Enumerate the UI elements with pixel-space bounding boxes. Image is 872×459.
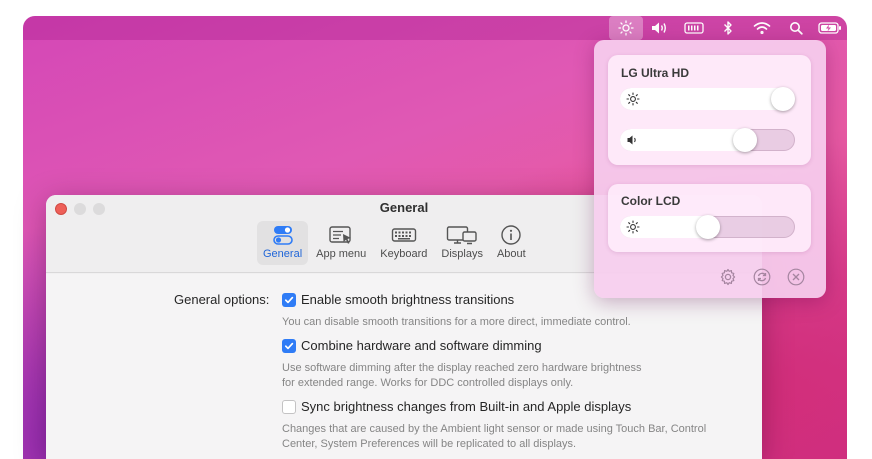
display-name: Color LCD (621, 194, 681, 208)
speaker-icon (627, 135, 636, 145)
tab-keyboard[interactable]: Keyboard (374, 221, 433, 265)
color-lcd-brightness-slider[interactable] (620, 215, 795, 239)
general-pane: General options: Enable smooth brightnes… (46, 274, 762, 459)
sync-brightness-description-line2: Center, System Preferences will be repli… (282, 438, 577, 450)
sun-icon (626, 92, 640, 106)
gear-icon[interactable] (718, 267, 738, 287)
sun-icon (626, 220, 640, 234)
display-card-lg-ultra-hd: LG Ultra HD (608, 55, 811, 165)
preferences-toolbar: General App menu Keyboard Displays About (257, 221, 532, 265)
smooth-transitions-label[interactable]: Enable smooth brightness transitions (301, 292, 514, 307)
brightness-icon[interactable] (609, 16, 643, 40)
keyboard-icon (391, 223, 417, 247)
volume-icon[interactable] (643, 16, 677, 40)
tab-app-menu[interactable]: App menu (310, 221, 372, 265)
lg-brightness-slider[interactable] (620, 87, 795, 111)
tab-general[interactable]: General (257, 221, 309, 265)
smooth-transitions-description: You can disable smooth transitions for a… (282, 316, 631, 328)
tab-about-label: About (496, 248, 526, 260)
tab-general-label: General (263, 248, 303, 260)
combine-dimming-description-line2: for extended range. Works for DDC contro… (282, 377, 574, 389)
sync-brightness-label[interactable]: Sync brightness changes from Built-in an… (301, 399, 631, 414)
close-icon[interactable] (786, 267, 806, 287)
bluetooth-icon[interactable] (711, 16, 745, 40)
general-options-label: General options: (174, 292, 270, 307)
display-card-color-lcd: Color LCD (608, 184, 811, 252)
wifi-icon[interactable] (745, 16, 779, 40)
battery-box-icon[interactable] (677, 16, 711, 40)
combine-dimming-label[interactable]: Combine hardware and software dimming (301, 338, 542, 353)
tab-app-menu-label: App menu (316, 248, 367, 260)
brightness-popover: LG Ultra HD Color LCD (594, 40, 826, 298)
sync-brightness-checkbox[interactable] (282, 400, 296, 414)
combine-dimming-checkbox[interactable] (282, 339, 296, 353)
display-name: LG Ultra HD (621, 66, 690, 80)
info-icon (500, 223, 522, 247)
app-menu-icon (328, 223, 354, 247)
tab-about[interactable]: About (491, 221, 532, 265)
refresh-icon[interactable] (752, 267, 772, 287)
battery-icon[interactable] (813, 16, 847, 40)
menu-bar (23, 16, 847, 40)
displays-icon (446, 223, 478, 247)
lg-volume-slider[interactable] (620, 128, 795, 152)
tab-displays-label: Displays (441, 248, 483, 260)
tab-displays[interactable]: Displays (435, 221, 489, 265)
color-lcd-brightness-knob[interactable] (696, 215, 720, 239)
sync-brightness-description-line1: Changes that are caused by the Ambient l… (282, 423, 707, 435)
tab-keyboard-label: Keyboard (380, 248, 428, 260)
toggles-icon (272, 223, 294, 247)
lg-volume-knob[interactable] (733, 128, 757, 152)
lg-brightness-knob[interactable] (771, 87, 795, 111)
search-icon[interactable] (779, 16, 813, 40)
smooth-transitions-checkbox[interactable] (282, 293, 296, 307)
combine-dimming-description-line1: Use software dimming after the display r… (282, 362, 642, 374)
